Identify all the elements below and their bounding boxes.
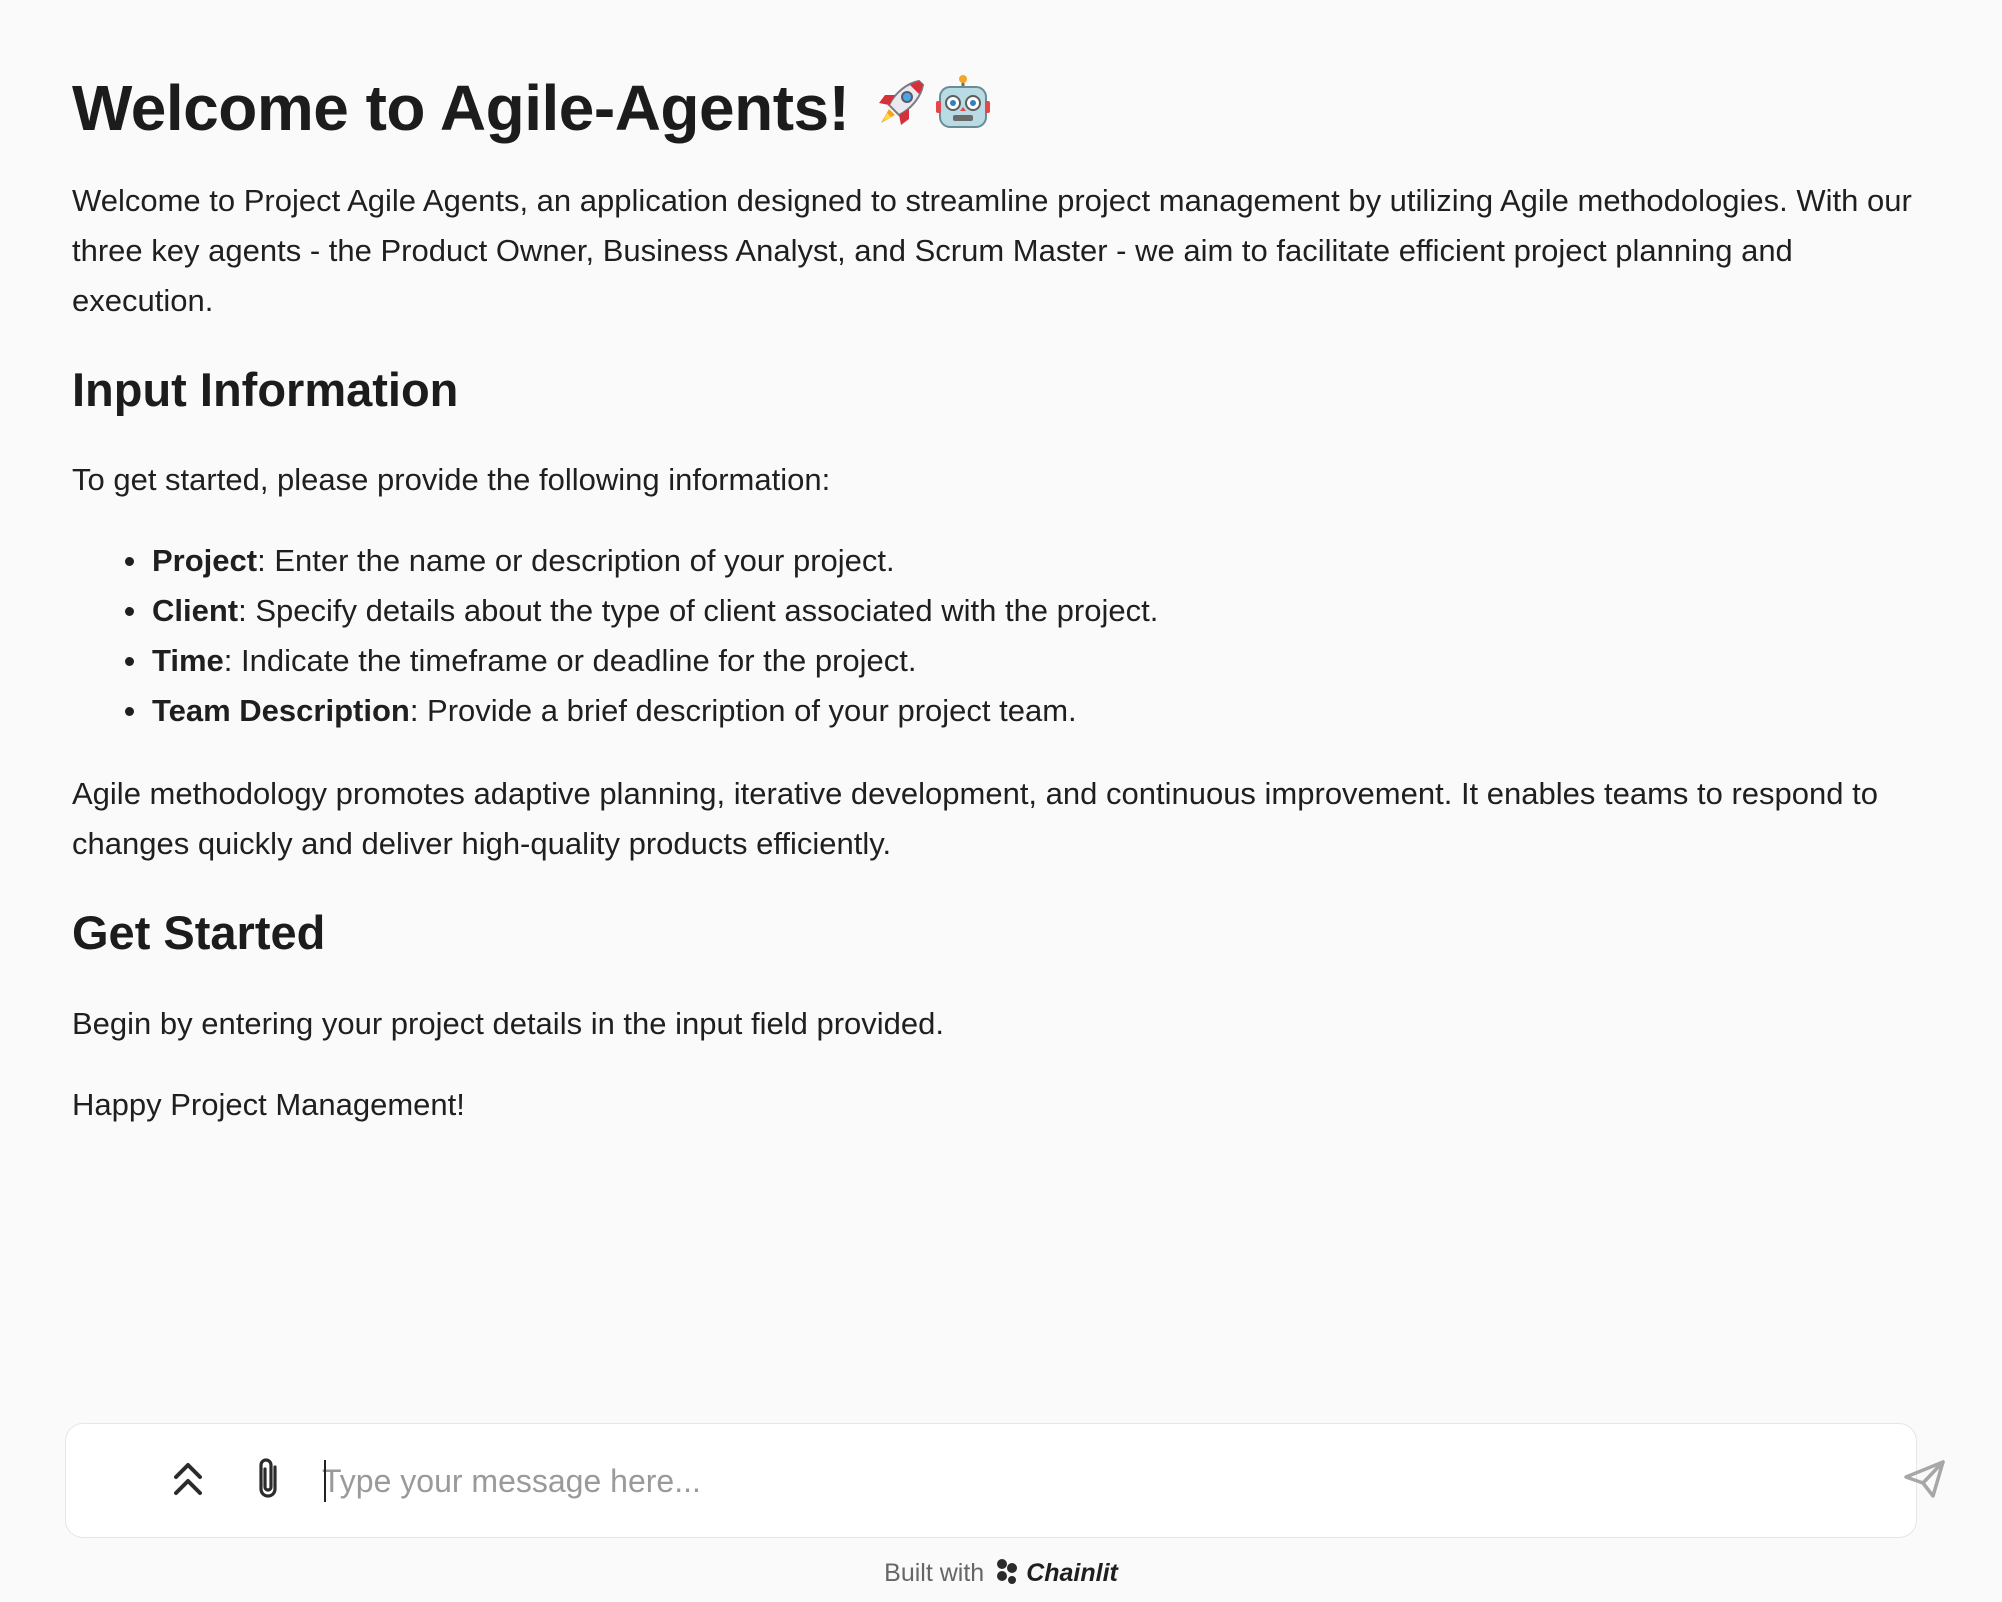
list-item: Client: Specify details about the type o… xyxy=(124,586,1159,636)
agile-note-paragraph: Agile methodology promotes adaptive plan… xyxy=(72,776,1878,861)
message-composer xyxy=(65,1423,1945,1538)
text-caret xyxy=(324,1460,326,1502)
field-description: : Enter the name or description of your … xyxy=(257,543,895,578)
field-term: Time xyxy=(152,643,224,678)
field-term: Client xyxy=(152,593,239,628)
input-fields-list: Project: Enter the name or description o… xyxy=(72,536,1158,736)
message-input[interactable] xyxy=(322,1452,1862,1510)
attach-file-button[interactable] xyxy=(245,1457,291,1504)
footer-prefix: Built with xyxy=(884,1559,985,1587)
rocket-icon xyxy=(867,73,931,154)
intro-paragraph: Welcome to Project Agile Agents, an appl… xyxy=(72,183,1912,318)
field-description: : Specify details about the type of clie… xyxy=(238,593,1159,628)
send-icon xyxy=(1903,1459,1947,1504)
page-title-text: Welcome to Agile-Agents! xyxy=(72,72,850,144)
closing-text: Happy Project Management! xyxy=(72,1087,465,1122)
page-title: Welcome to Agile-Agents! xyxy=(72,70,995,153)
expand-commands-button[interactable] xyxy=(165,1458,211,1504)
chevrons-up-icon xyxy=(171,1459,205,1504)
get-started-heading: Get Started xyxy=(72,906,326,959)
get-started-instruction: Begin by entering your project details i… xyxy=(72,1006,944,1041)
send-button[interactable] xyxy=(1902,1458,1948,1504)
footer-attribution: Built with Chainlit xyxy=(0,1556,2002,1593)
input-information-heading: Input Information xyxy=(72,363,459,416)
field-term: Team Description xyxy=(152,693,410,728)
paperclip-icon xyxy=(253,1455,283,1508)
input-lead-text: To get started, please provide the follo… xyxy=(72,462,831,497)
field-description: : Indicate the timeframe or deadline for… xyxy=(223,643,917,678)
list-item: Project: Enter the name or description o… xyxy=(124,536,1158,586)
list-item: Time: Indicate the timeframe or deadline… xyxy=(124,636,1158,686)
field-term: Project xyxy=(152,543,258,578)
list-item: Team Description: Provide a brief descri… xyxy=(124,686,1158,736)
robot-icon xyxy=(931,73,995,154)
chainlit-logo-icon xyxy=(992,1556,1022,1593)
field-description: : Provide a brief description of your pr… xyxy=(409,693,1077,728)
footer-brand[interactable]: Chainlit xyxy=(1026,1559,1118,1587)
